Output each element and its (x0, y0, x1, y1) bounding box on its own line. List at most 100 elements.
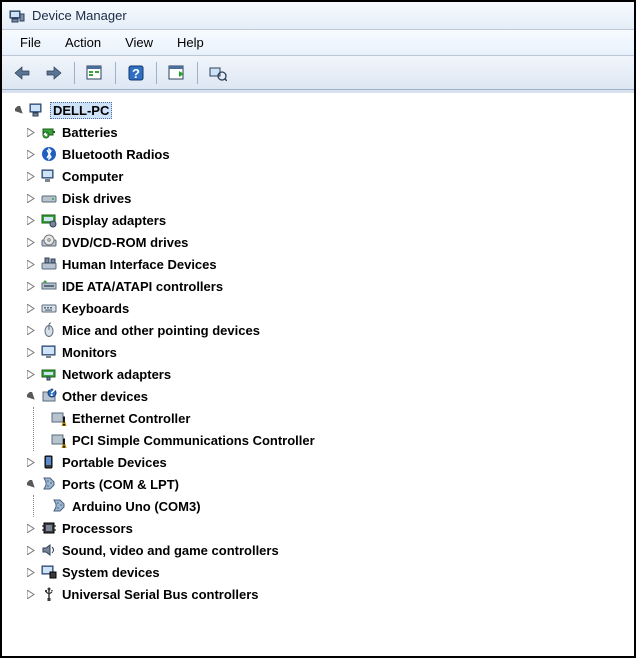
expander-icon[interactable] (24, 521, 38, 535)
tree-node-ide[interactable]: IDE ATA/ATAPI controllers (24, 275, 630, 297)
tree-label: Monitors (62, 345, 117, 360)
expander-icon[interactable] (12, 103, 26, 117)
tree-node-computer[interactable]: Computer (24, 165, 630, 187)
expander-icon[interactable] (24, 565, 38, 579)
expander-icon[interactable] (24, 169, 38, 183)
speaker-icon (40, 541, 58, 559)
tree-content[interactable]: DELL-PC Batteries Bluetooth Radios Compu… (2, 90, 634, 656)
svg-text:!: ! (62, 435, 66, 448)
usb-icon (40, 585, 58, 603)
tree-node-hid[interactable]: Human Interface Devices (24, 253, 630, 275)
tree-node-dvd[interactable]: DVD/CD-ROM drives (24, 231, 630, 253)
expander-icon[interactable] (24, 191, 38, 205)
bluetooth-icon (40, 145, 58, 163)
toolbar-separator (156, 62, 157, 84)
tree-node-batteries[interactable]: Batteries (24, 121, 630, 143)
tree-label: Network adapters (62, 367, 171, 382)
tree-label: Portable Devices (62, 455, 167, 470)
expander-icon[interactable] (24, 147, 38, 161)
svg-text:?: ? (132, 66, 140, 81)
tree-node-disk[interactable]: Disk drives (24, 187, 630, 209)
svg-text:?: ? (48, 388, 56, 399)
tree-label: Disk drives (62, 191, 131, 206)
expander-icon[interactable] (24, 477, 38, 491)
toolbar-separator (197, 62, 198, 84)
scan-button[interactable] (163, 60, 191, 86)
titlebar: Device Manager (2, 2, 634, 30)
tree-label: IDE ATA/ATAPI controllers (62, 279, 223, 294)
tree-root[interactable]: DELL-PC Batteries Bluetooth Radios Compu… (6, 99, 630, 605)
tree-node-network[interactable]: Network adapters (24, 363, 630, 385)
tree-node-monitors[interactable]: Monitors (24, 341, 630, 363)
menu-view[interactable]: View (115, 33, 163, 52)
app-icon (8, 7, 26, 25)
window-title: Device Manager (32, 8, 127, 23)
tree-node-pci[interactable]: ·!PCI Simple Communications Controller (34, 429, 630, 451)
hid-icon (40, 255, 58, 273)
expander-icon[interactable] (24, 367, 38, 381)
back-button[interactable] (8, 60, 36, 86)
expander-icon[interactable] (24, 587, 38, 601)
tree-label: DELL-PC (50, 102, 112, 119)
battery-icon (40, 123, 58, 141)
tree-node-sound[interactable]: Sound, video and game controllers (24, 539, 630, 561)
monitor-icon (40, 343, 58, 361)
tree-node-mice[interactable]: Mice and other pointing devices (24, 319, 630, 341)
keyboard-icon (40, 299, 58, 317)
expander-icon[interactable] (24, 323, 38, 337)
disk-icon (40, 189, 58, 207)
computer-icon (28, 101, 46, 119)
tree-label: Keyboards (62, 301, 129, 316)
menu-action[interactable]: Action (55, 33, 111, 52)
warning-device-icon: ! (50, 431, 68, 449)
port-icon (50, 497, 68, 515)
expander-icon[interactable] (24, 279, 38, 293)
tree-label: Arduino Uno (COM3) (72, 499, 201, 514)
display-icon (40, 211, 58, 229)
expander-icon[interactable] (24, 257, 38, 271)
tree-label: Sound, video and game controllers (62, 543, 279, 558)
port-icon (40, 475, 58, 493)
menu-file[interactable]: File (10, 33, 51, 52)
mouse-icon (40, 321, 58, 339)
expander-icon[interactable] (24, 389, 38, 403)
tree-node-usb[interactable]: Universal Serial Bus controllers (24, 583, 630, 605)
help-button[interactable]: ? (122, 60, 150, 86)
tree-node-processors[interactable]: Processors (24, 517, 630, 539)
tree-label: Ports (COM & LPT) (62, 477, 179, 492)
tree-node-bluetooth[interactable]: Bluetooth Radios (24, 143, 630, 165)
expander-icon[interactable] (24, 345, 38, 359)
expander-icon[interactable] (24, 543, 38, 557)
toolbar-separator (115, 62, 116, 84)
unknown-icon: ? (40, 387, 58, 405)
forward-button[interactable] (40, 60, 68, 86)
warning-device-icon: ! (50, 409, 68, 427)
properties-button[interactable] (81, 60, 109, 86)
tree-label: Mice and other pointing devices (62, 323, 260, 338)
show-hidden-button[interactable] (204, 60, 232, 86)
tree-label: DVD/CD-ROM drives (62, 235, 188, 250)
tree-label: Universal Serial Bus controllers (62, 587, 259, 602)
tree-label: PCI Simple Communications Controller (72, 433, 315, 448)
tree-node-ports[interactable]: Ports (COM & LPT) ·Arduino Uno (COM3) (24, 473, 630, 517)
device-manager-window: Device Manager File Action View Help ? (0, 0, 636, 658)
svg-text:!: ! (62, 413, 66, 426)
tree-node-ethernet[interactable]: ·!Ethernet Controller (34, 407, 630, 429)
menu-help[interactable]: Help (167, 33, 214, 52)
portable-icon (40, 453, 58, 471)
tree-label: Ethernet Controller (72, 411, 190, 426)
expander-icon[interactable] (24, 301, 38, 315)
tree-label: Display adapters (62, 213, 166, 228)
tree-node-keyboards[interactable]: Keyboards (24, 297, 630, 319)
tree-node-display[interactable]: Display adapters (24, 209, 630, 231)
tree-node-system[interactable]: System devices (24, 561, 630, 583)
toolbar: ? (2, 56, 634, 90)
expander-icon[interactable] (24, 235, 38, 249)
cpu-icon (40, 519, 58, 537)
tree-node-other[interactable]: ?Other devices ·!Ethernet Controller ·!P… (24, 385, 630, 451)
expander-icon[interactable] (24, 125, 38, 139)
expander-icon[interactable] (24, 455, 38, 469)
tree-node-portable[interactable]: Portable Devices (24, 451, 630, 473)
expander-icon[interactable] (24, 213, 38, 227)
tree-node-arduino[interactable]: ·Arduino Uno (COM3) (34, 495, 630, 517)
